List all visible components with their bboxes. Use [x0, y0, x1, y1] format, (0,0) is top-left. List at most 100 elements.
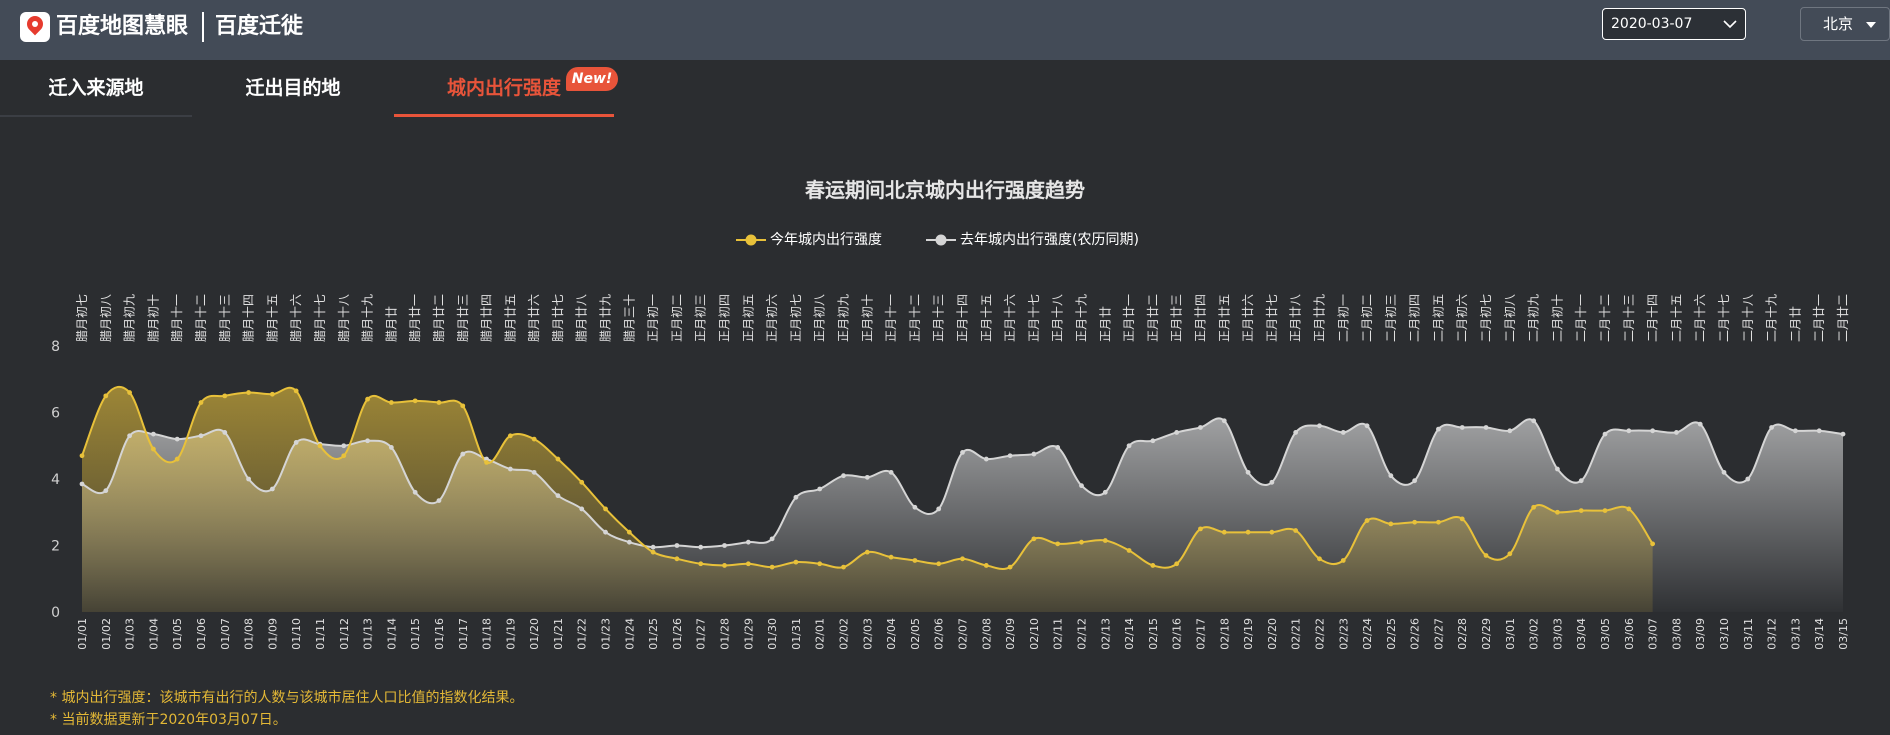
data-point-last-year: [531, 469, 537, 475]
x-tick-lunar: 正月廿七: [1265, 294, 1279, 342]
x-tick-lunar: 正月十七: [1027, 294, 1041, 342]
map-pin-icon: [23, 12, 47, 36]
x-tick-lunar: 腊月十四: [242, 294, 256, 342]
x-tick-lunar: 二月十四: [1646, 294, 1660, 342]
data-point-this-year: [388, 400, 394, 405]
y-tick-label: 8: [51, 339, 60, 355]
data-point-this-year: [1269, 529, 1275, 535]
x-tick-lunar: 二月十一: [1574, 294, 1588, 342]
tab-label: 迁出目的地: [245, 77, 341, 99]
data-point-this-year: [745, 561, 751, 567]
x-tick-date: 02/06: [933, 618, 946, 650]
x-tick-lunar: 腊月廿七: [551, 294, 565, 342]
data-point-last-year: [555, 493, 561, 499]
data-point-last-year: [1340, 430, 1346, 435]
x-tick-date: 02/14: [1123, 618, 1136, 650]
x-tick-date: 02/19: [1242, 618, 1255, 650]
x-tick-date: 02/12: [1075, 618, 1088, 650]
data-point-last-year: [222, 430, 228, 435]
data-point-last-year: [1555, 466, 1560, 472]
x-tick-date: 02/22: [1313, 618, 1326, 650]
data-point-last-year: [269, 486, 275, 492]
y-tick-label: 6: [51, 406, 60, 422]
logo-text[interactable]: 百度地图慧眼: [56, 12, 188, 42]
x-tick-date: 03/12: [1766, 618, 1779, 650]
x-tick-date: 01/08: [243, 618, 256, 650]
x-tick-date: 02/13: [1099, 618, 1112, 650]
data-point-last-year: [1507, 428, 1513, 434]
x-tick-lunar: 腊月廿九: [599, 294, 613, 342]
data-point-last-year: [388, 445, 394, 450]
data-point-last-year: [1459, 425, 1465, 430]
x-tick-lunar: 正月初六: [765, 294, 779, 342]
x-tick-date: 01/05: [171, 618, 184, 650]
x-tick-lunar: 正月十三: [932, 294, 946, 342]
x-tick-date: 01/06: [195, 618, 208, 650]
data-point-last-year: [1578, 478, 1584, 484]
baidu-map-logo-icon[interactable]: [20, 12, 50, 42]
x-tick-date: 01/25: [647, 618, 660, 650]
data-point-this-year: [198, 400, 204, 405]
x-tick-date: 01/28: [719, 618, 732, 650]
data-point-last-year: [507, 466, 513, 472]
data-point-this-year: [1436, 519, 1441, 525]
x-tick-lunar: 正月十九: [1074, 294, 1088, 342]
tab-bar: 迁入来源地 迁出目的地 城内出行强度: [0, 60, 1890, 117]
x-tick-date: 02/27: [1432, 618, 1445, 650]
y-tick-label: 2: [51, 539, 60, 555]
x-tick-lunar: 腊月廿五: [503, 294, 517, 342]
x-tick-date: 01/09: [266, 618, 279, 650]
legend-label: 今年城内出行强度: [770, 232, 882, 248]
x-tick-lunar: 二月初六: [1455, 294, 1469, 342]
data-point-last-year: [1150, 438, 1156, 444]
x-tick-lunar: 正月廿三: [1170, 294, 1184, 342]
data-point-last-year: [1626, 428, 1632, 434]
data-point-last-year: [841, 473, 846, 479]
data-point-last-year: [579, 506, 585, 512]
data-point-last-year: [1317, 423, 1322, 429]
data-point-last-year: [1697, 421, 1703, 427]
x-tick-date: 01/22: [576, 618, 589, 650]
city-selector[interactable]: 北京: [1800, 7, 1890, 41]
x-tick-date: 01/31: [790, 618, 803, 650]
data-point-last-year: [127, 433, 132, 439]
data-point-this-year: [1459, 516, 1465, 522]
data-point-last-year: [936, 506, 942, 512]
x-tick-date: 03/10: [1718, 618, 1731, 650]
data-point-this-year: [555, 456, 561, 462]
x-tick-date: 02/02: [838, 618, 851, 650]
x-tick-lunar: 腊月廿二: [432, 294, 446, 342]
data-point-this-year: [674, 556, 680, 562]
data-point-last-year: [174, 436, 180, 442]
x-tick-lunar: 腊月十六: [289, 294, 303, 342]
data-point-this-year: [222, 393, 228, 399]
x-tick-date: 01/14: [385, 618, 398, 650]
x-tick-lunar: 正月廿八: [1289, 294, 1303, 342]
caret-down-icon: [1866, 22, 1876, 28]
x-tick-lunar: 正月十四: [956, 294, 970, 342]
x-tick-date: 02/01: [814, 618, 827, 650]
data-point-last-year: [1364, 423, 1370, 429]
data-point-last-year: [1174, 430, 1180, 435]
data-point-last-year: [1388, 473, 1394, 479]
data-point-this-year: [1293, 528, 1299, 533]
data-point-this-year: [365, 396, 370, 402]
tab-inbound-source[interactable]: 迁入来源地: [0, 60, 192, 117]
data-point-this-year: [127, 390, 132, 395]
x-tick-lunar: 正月十二: [908, 294, 922, 342]
x-tick-date: 02/07: [957, 618, 970, 650]
data-point-this-year: [983, 563, 989, 568]
y-tick-label: 4: [51, 472, 60, 488]
data-point-this-year: [1602, 508, 1608, 513]
data-point-last-year: [1816, 428, 1822, 434]
x-tick-lunar: 腊月廿八: [575, 294, 589, 342]
new-badge: New!: [566, 67, 618, 91]
date-picker[interactable]: 2020-03-07: [1602, 8, 1746, 40]
x-tick-date: 03/04: [1575, 618, 1588, 650]
data-point-this-year: [1555, 509, 1560, 515]
tab-outbound-destination[interactable]: 迁出目的地: [192, 60, 394, 117]
data-point-this-year: [1340, 558, 1346, 563]
chart-title: 春运期间北京城内出行强度趋势: [805, 178, 1085, 202]
x-tick-date: 03/03: [1551, 618, 1564, 650]
data-point-last-year: [1721, 469, 1727, 475]
